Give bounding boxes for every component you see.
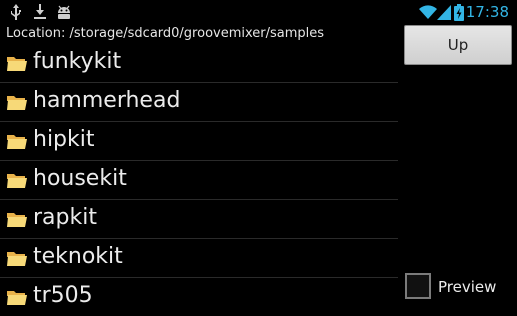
file-name: hammerhead [33, 88, 181, 113]
folder-icon [7, 174, 27, 188]
file-row-rapkit[interactable]: rapkit [0, 200, 398, 239]
battery-icon [454, 4, 464, 21]
file-name: housekit [33, 166, 127, 191]
file-name: rapkit [33, 205, 97, 230]
status-bar: 17:38 [0, 0, 517, 24]
file-row-tr505[interactable]: tr505 [0, 278, 398, 316]
file-row-hammerhead[interactable]: hammerhead [0, 83, 398, 122]
folder-icon [7, 252, 27, 266]
clock-time: 17:38 [465, 3, 509, 21]
folder-icon [7, 213, 27, 227]
folder-icon [7, 135, 27, 149]
folder-icon [7, 57, 27, 71]
android-icon [58, 5, 70, 19]
download-icon [34, 4, 46, 19]
preview-checkbox[interactable] [405, 273, 431, 299]
file-row-housekit[interactable]: housekit [0, 161, 398, 200]
wifi-icon [419, 5, 437, 19]
folder-icon [7, 291, 27, 305]
usb-icon [11, 4, 21, 20]
file-name: hipkit [33, 127, 95, 152]
file-list: funkykit hammerhead hipkit housekit rapk… [0, 44, 398, 316]
file-row-funkykit[interactable]: funkykit [0, 44, 398, 83]
location-path: Location: /storage/sdcard0/groovemixer/s… [6, 26, 325, 41]
preview-option[interactable]: Preview [404, 272, 514, 302]
folder-icon [7, 96, 27, 110]
file-row-hipkit[interactable]: hipkit [0, 122, 398, 161]
preview-label: Preview [438, 278, 497, 296]
file-name: tr505 [33, 283, 93, 308]
file-name: teknokit [33, 244, 123, 269]
signal-icon [437, 5, 451, 20]
file-row-teknokit[interactable]: teknokit [0, 239, 398, 278]
up-button[interactable]: Up [404, 25, 512, 65]
file-name: funkykit [33, 49, 122, 74]
